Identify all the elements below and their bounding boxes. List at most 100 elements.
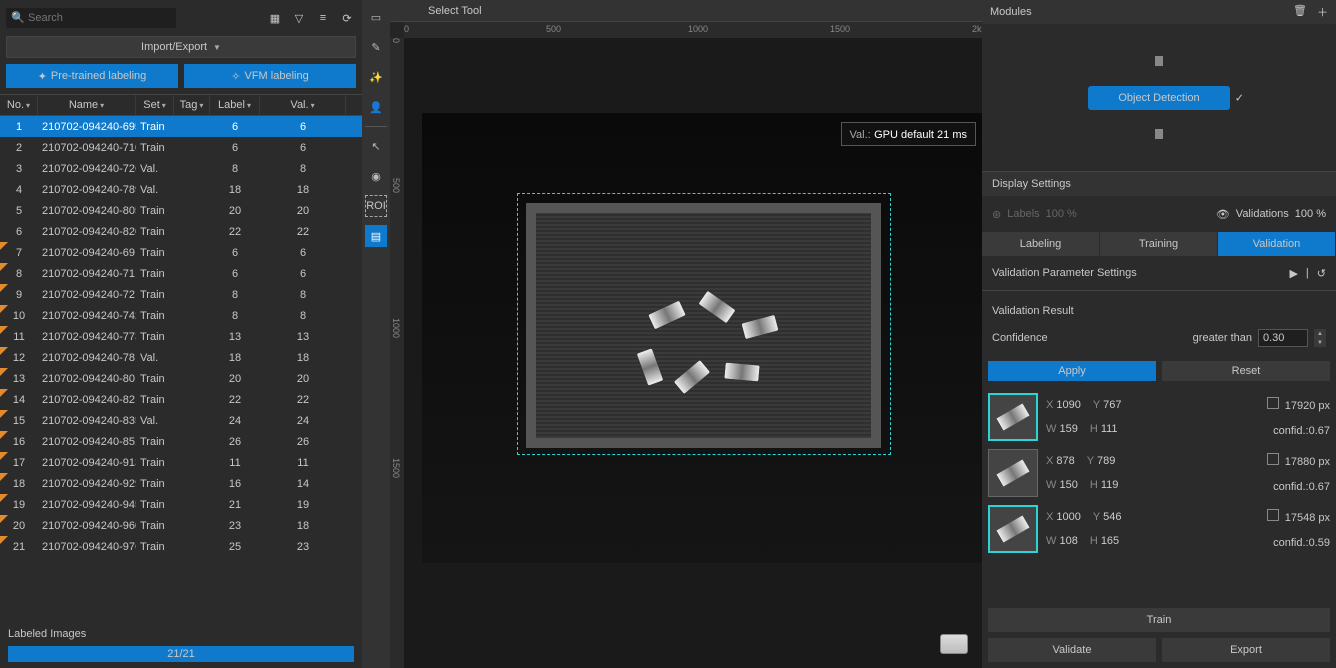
image-list-panel: 🔍 ▦ ▽ ≡ ⟳ Import/Export ▼ ✦ Pre-trained … xyxy=(0,0,362,668)
modified-marker xyxy=(0,347,8,355)
table-row[interactable]: 21210702-094240-976Train2523 xyxy=(0,536,362,557)
labels-icon: ⊛ xyxy=(992,208,1001,221)
modified-marker xyxy=(0,242,8,250)
train-button[interactable]: Train xyxy=(988,608,1330,632)
confidence-stepper[interactable]: ▲▼ xyxy=(1314,329,1326,347)
detection-checkbox[interactable] xyxy=(1267,397,1279,409)
validation-params-row[interactable]: Validation Parameter Settings ▶ | ↺ xyxy=(982,256,1336,290)
mode-tabs: Labeling Training Validation xyxy=(982,232,1336,256)
wand-icon[interactable]: ✨ xyxy=(365,66,387,88)
cursor-tool-icon[interactable]: ↖ xyxy=(365,135,387,157)
detected-part[interactable] xyxy=(723,361,760,382)
confidence-row: Confidence greater than ▲▼ xyxy=(982,323,1336,353)
tag-tool-icon[interactable]: ◉ xyxy=(365,165,387,187)
list-icon[interactable]: ≡ xyxy=(314,9,332,27)
detection-thumb[interactable] xyxy=(988,393,1038,441)
detection-checkbox[interactable] xyxy=(1267,453,1279,465)
modified-marker xyxy=(0,536,8,544)
trash-icon[interactable]: 🗑 xyxy=(1293,4,1307,20)
import-export-button[interactable]: Import/Export ▼ xyxy=(6,36,356,58)
vfm-labeling-button[interactable]: ✧ VFM labeling xyxy=(184,64,356,88)
col-set[interactable]: Set▾ xyxy=(136,95,174,115)
labels-text: Labels xyxy=(1007,208,1039,220)
detection-item[interactable]: X 1090Y 767W 159H 11117920 pxconfid.:0.6… xyxy=(988,389,1330,445)
eye-icon[interactable]: 👁 xyxy=(1216,208,1230,221)
col-name[interactable]: Name▾ xyxy=(38,95,136,115)
table-row[interactable]: 20210702-094240-960Train2318 xyxy=(0,515,362,536)
confidence-input[interactable] xyxy=(1258,329,1308,347)
magic-wand-icon[interactable]: ✎ xyxy=(365,36,387,58)
table-row[interactable]: 12210702-094240-78...Val.1818 xyxy=(0,347,362,368)
detection-item[interactable]: X 878Y 789W 150H 11917880 pxconfid.:0.67 xyxy=(988,445,1330,501)
col-label[interactable]: Label▾ xyxy=(210,95,260,115)
plus-icon[interactable]: ＋ xyxy=(1317,4,1328,20)
filter-icon[interactable]: ▽ xyxy=(290,9,308,27)
image-grid-icon[interactable]: ▦ xyxy=(266,9,284,27)
ruler-horizontal: 0500100015002k xyxy=(404,22,982,38)
col-no[interactable]: No.▾ xyxy=(0,95,38,115)
connector-top xyxy=(1155,56,1163,66)
confidence-op: greater than xyxy=(1193,332,1252,344)
roi-tool-icon[interactable]: ROI xyxy=(365,195,387,217)
tool-strip: ▭ ✎ ✨ 👤 ↖ ◉ ROI ▤ xyxy=(362,0,390,668)
object-detection-node[interactable]: Object Detection xyxy=(1088,86,1229,110)
tab-labeling[interactable]: Labeling xyxy=(982,232,1100,256)
table-row[interactable]: 19210702-094240-945Train2119 xyxy=(0,494,362,515)
modified-marker xyxy=(0,473,8,481)
detection-thumb[interactable] xyxy=(988,505,1038,553)
gpu-badge: Val.: GPU default 21 ms xyxy=(841,122,976,146)
detection-checkbox[interactable] xyxy=(1267,509,1279,521)
detection-item[interactable]: X 1000Y 546W 108H 16517548 pxconfid.:0.5… xyxy=(988,501,1330,557)
tab-training[interactable]: Training xyxy=(1100,232,1218,256)
validations-text: Validations xyxy=(1236,208,1289,220)
keyboard-icon[interactable] xyxy=(940,634,968,654)
table-row[interactable]: 1210702-094240-695Train66 xyxy=(0,116,362,137)
table-row[interactable]: 9210702-094240-72...Train88 xyxy=(0,284,362,305)
validate-button[interactable]: Validate xyxy=(988,638,1156,662)
pretrained-labeling-button[interactable]: ✦ Pre-trained labeling xyxy=(6,64,178,88)
history-icon[interactable]: ↺ xyxy=(1317,267,1326,280)
table-row[interactable]: 5210702-094240-805Train2020 xyxy=(0,200,362,221)
export-button[interactable]: Export xyxy=(1162,638,1330,662)
search-icon: 🔍 xyxy=(11,11,25,24)
tab-validation[interactable]: Validation xyxy=(1218,232,1336,256)
reset-button[interactable]: Reset xyxy=(1162,361,1330,381)
table-row[interactable]: 15210702-094240-835Val.2424 xyxy=(0,410,362,431)
apply-button[interactable]: Apply xyxy=(988,361,1156,381)
table-row[interactable]: 3210702-094240-726Val.88 xyxy=(0,158,362,179)
modules-header: Modules 🗑 ＋ xyxy=(982,0,1336,24)
col-tag[interactable]: Tag▾ xyxy=(174,95,210,115)
table-row[interactable]: 4210702-094240-789Val.1818 xyxy=(0,179,362,200)
play-icon[interactable]: ▶ xyxy=(1289,267,1297,280)
table-row[interactable]: 11210702-094240-773Train1313 xyxy=(0,326,362,347)
table-row[interactable]: 18210702-094240-929Train1614 xyxy=(0,473,362,494)
table-row[interactable]: 17210702-094240-913Train1111 xyxy=(0,452,362,473)
table-row[interactable]: 6210702-094240-820Train2222 xyxy=(0,221,362,242)
search-input[interactable] xyxy=(6,8,176,28)
table-row[interactable]: 10210702-094240-742Train88 xyxy=(0,305,362,326)
caret-down-icon: ▼ xyxy=(213,43,221,52)
table-row[interactable]: 16210702-094240-851Train2626 xyxy=(0,431,362,452)
table-row[interactable]: 8210702-094240-71...Train66 xyxy=(0,263,362,284)
rect-tool-icon[interactable]: ▭ xyxy=(365,6,387,28)
table-row[interactable]: 2210702-094240-710Train66 xyxy=(0,137,362,158)
modified-marker xyxy=(0,515,8,523)
table-body: 1210702-094240-695Train662210702-094240-… xyxy=(0,116,362,622)
detection-thumb[interactable] xyxy=(988,449,1038,497)
export-tool-icon[interactable]: ▤ xyxy=(365,225,387,247)
labeling-buttons: ✦ Pre-trained labeling ✧ VFM labeling xyxy=(0,64,362,94)
module-graph[interactable]: Object Detection ✓ xyxy=(982,24,1336,172)
detection-list: X 1090Y 767W 159H 11117920 pxconfid.:0.6… xyxy=(982,389,1336,557)
canvas-area[interactable]: Val.: GPU default 21 ms xyxy=(404,38,982,668)
validation-params-label: Validation Parameter Settings xyxy=(992,267,1137,279)
labels-pct: 100 % xyxy=(1046,208,1077,220)
search-bar: 🔍 ▦ ▽ ≡ ⟳ xyxy=(0,0,362,36)
refresh-icon[interactable]: ⟳ xyxy=(338,9,356,27)
table-row[interactable]: 13210702-094240-80...Train2020 xyxy=(0,368,362,389)
validation-result-label: Validation Result xyxy=(982,291,1336,323)
person-icon[interactable]: 👤 xyxy=(365,96,387,118)
table-row[interactable]: 7210702-094240-69...Train66 xyxy=(0,242,362,263)
modified-marker xyxy=(0,410,8,418)
table-row[interactable]: 14210702-094240-82...Train2222 xyxy=(0,389,362,410)
col-val[interactable]: Val.▾ xyxy=(260,95,346,115)
